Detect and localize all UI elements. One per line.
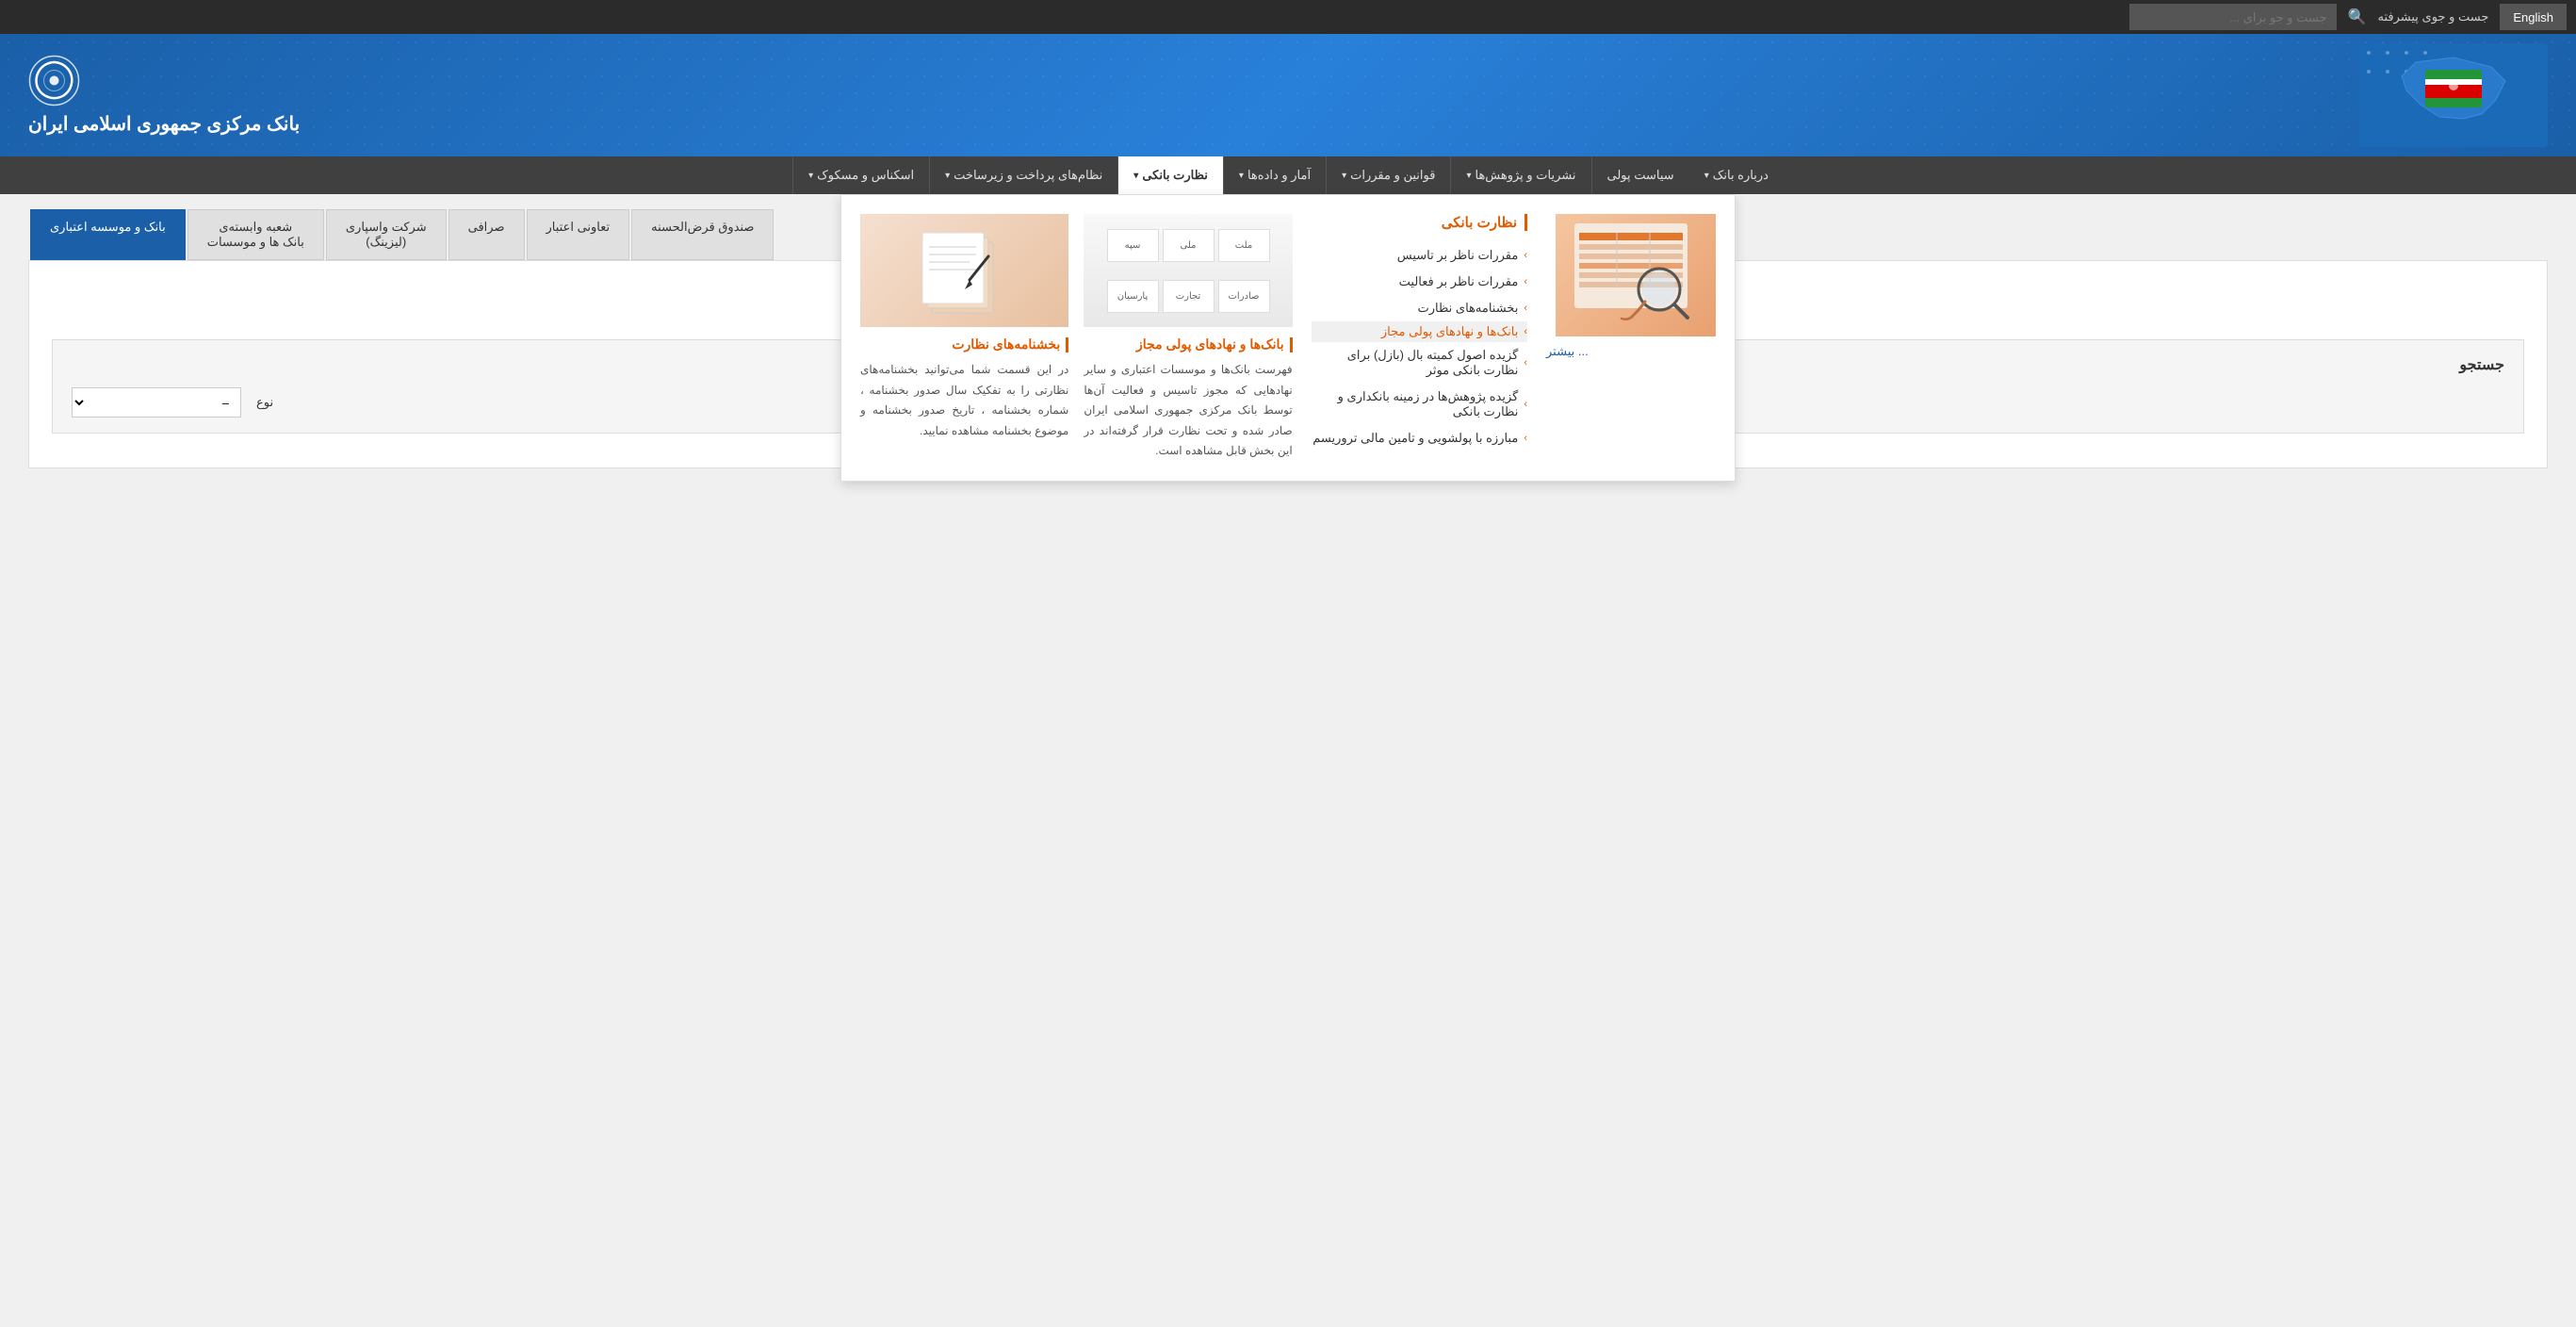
bank-logo-پارسیان: پارسیان xyxy=(1107,280,1159,313)
dropdown-card-bakhshnameha: بخشنامه‌های نظارت در این قسمت شما می‌توا… xyxy=(860,214,1068,462)
dropdown-link-فعالیت[interactable]: › مقررات ناظر بر فعالیت xyxy=(1312,269,1527,295)
bank-logo-ملت: ملت xyxy=(1218,229,1270,262)
chevron-icon: › xyxy=(1524,399,1527,410)
advanced-search-link[interactable]: جست و جوی پیشرفته xyxy=(2378,9,2489,25)
nav-label: قوانین و مقررات xyxy=(1350,168,1435,183)
nav-item-آمار[interactable]: آمار و داده‌ها ▾ xyxy=(1223,156,1326,194)
tab-شرکت-واسپاری[interactable]: شرکت واسپاری(لیزینگ) xyxy=(326,209,447,260)
nav-item-نظارت[interactable]: نظارت بانکی ▾ xyxy=(1117,156,1223,194)
search-type-select[interactable]: – دولتی خصوصی تخصصی xyxy=(72,387,241,418)
dropdown-links-col: نظارت بانکی › مقررات ناظر بر تاسیس › مقر… xyxy=(1312,214,1527,462)
title-bar-icon xyxy=(1290,337,1293,352)
chevron-down-icon: ▾ xyxy=(1704,171,1709,181)
tab-بانک-موسسه[interactable]: بانک و موسسه اعتباری xyxy=(30,209,186,260)
tab-صرافی[interactable]: صرافی xyxy=(448,209,525,260)
dropdown-link-label: مقررات ناظر بر تاسیس xyxy=(1397,248,1519,263)
bank-logo-سپه: سپه xyxy=(1107,229,1159,262)
nav-label: نظام‌های پرداخت و زیرساخت xyxy=(954,168,1102,183)
dropdown-link-پژوهش[interactable]: › گزیده پژوهش‌ها در زمینه بانکداری و نظا… xyxy=(1312,384,1527,425)
chevron-down-icon: ▾ xyxy=(1466,171,1471,181)
dropdown-card2-title: بخشنامه‌های نظارت xyxy=(860,336,1068,352)
header-title: بانک مرکزی جمهوری اسلامی ایران xyxy=(28,112,300,136)
chevron-down-icon: ▾ xyxy=(1133,171,1138,181)
dropdown-links-list: › مقررات ناظر بر تاسیس › مقررات ناظر بر … xyxy=(1312,242,1527,451)
chevron-down-icon: ▾ xyxy=(1239,171,1244,181)
nav-item-اسکناس[interactable]: اسکناس و مسکوک ▾ xyxy=(792,156,929,194)
top-bar: English جست و جوی پیشرفته 🔍 xyxy=(0,0,2576,34)
chevron-down-icon: ▾ xyxy=(808,171,813,181)
chevron-icon: › xyxy=(1524,357,1527,369)
bank-logo-تجارت: تجارت xyxy=(1163,280,1215,313)
dropdown-link-label: بخشنامه‌های نظارت xyxy=(1418,301,1519,316)
search-input[interactable] xyxy=(2129,4,2337,30)
nav-item-نظام-پرداخت[interactable]: نظام‌های پرداخت و زیرساخت ▾ xyxy=(929,156,1117,194)
dropdown-link-تاسیس[interactable]: › مقررات ناظر بر تاسیس xyxy=(1312,242,1527,269)
search-icon[interactable]: 🔍 xyxy=(2348,8,2367,26)
flag-map xyxy=(2359,43,2548,147)
dropdown-link-label: مقررات ناظر بر فعالیت xyxy=(1399,274,1519,289)
english-button[interactable]: English xyxy=(2500,4,2567,30)
dropdown-card1-text: فهرست بانک‌ها و موسسات اعتباری و سایر نه… xyxy=(1084,360,1292,462)
dropdown-link-label: مبارزه با پولشویی و تامین مالی تروریسم xyxy=(1312,431,1518,446)
chevron-down-icon: ▾ xyxy=(945,171,950,181)
nav-bar: درباره بانک ▾ سیاست پولی نشریات و پژوهش‌… xyxy=(0,156,2576,194)
bank-logo-صادرات: صادرات xyxy=(1218,280,1270,313)
dropdown-link-label: گزیده پژوهش‌ها در زمینه بانکداری و نظارت… xyxy=(1312,389,1519,419)
nav-label: نشریات و پژوهش‌ها xyxy=(1475,168,1575,183)
dropdown-panel: ... بیشتر نظارت بانکی › مقررات ناظر بر ت… xyxy=(840,194,1736,482)
bank-logo-icon xyxy=(28,55,80,106)
nav-label: درباره بانک xyxy=(1713,168,1769,183)
nav-label: سیاست پولی xyxy=(1607,168,1674,183)
dropdown-link-بخشنامه[interactable]: › بخشنامه‌های نظارت xyxy=(1312,295,1527,321)
dropdown-link-label: گزیده اصول کمیته بال (بازل) برای نظارت ب… xyxy=(1312,348,1519,378)
papers-icon xyxy=(860,214,1068,327)
dropdown-cards: ملت ملی سپه صادرات تجارت پارسیان بانک‌ها… xyxy=(860,214,1293,462)
tab-صندوق-قرض[interactable]: صندوق قرض‌الحسنه xyxy=(631,209,774,260)
nav-item-درباره-بانک[interactable]: درباره بانک ▾ xyxy=(1689,156,1784,194)
title-bar-icon xyxy=(1066,337,1068,352)
nav-label: آمار و داده‌ها xyxy=(1247,168,1311,183)
dropdown-card-banks-image: ملت ملی سپه صادرات تجارت پارسیان xyxy=(1084,214,1292,327)
dropdown-image xyxy=(1556,214,1716,336)
bank-logos-grid: ملت ملی سپه صادرات تجارت پارسیان xyxy=(1084,214,1292,327)
dropdown-section-title: نظارت بانکی xyxy=(1312,214,1527,231)
tab-تعاونی-اعتبار[interactable]: تعاونی اعتبار xyxy=(527,209,630,260)
tab-شعبه-وابسته[interactable]: شعبه وابسته‌یبانک ها و موسسات xyxy=(187,209,324,260)
header: بانک مرکزی جمهوری اسلامی ایران xyxy=(0,34,2576,156)
dropdown-card2-text: در این قسمت شما می‌توانید بخشنامه‌های نظ… xyxy=(860,360,1068,441)
nav-item-سیاست-پولی[interactable]: سیاست پولی xyxy=(1591,156,1689,194)
nav-label: اسکناس و مسکوک xyxy=(817,168,914,183)
chevron-icon: › xyxy=(1524,303,1527,314)
chevron-down-icon: ▾ xyxy=(1342,171,1346,181)
bank-logo-ملی: ملی xyxy=(1163,229,1215,262)
dropdown-image-col: ... بیشتر xyxy=(1546,214,1716,462)
dropdown-link-بازل[interactable]: › گزیده اصول کمیته بال (بازل) برای نظارت… xyxy=(1312,342,1527,384)
nav-item-نشریات[interactable]: نشریات و پژوهش‌ها ▾ xyxy=(1450,156,1590,194)
dropdown-card1-title: بانک‌ها و نهادهای پولی مجاز xyxy=(1084,336,1292,352)
dropdown-card-banks: ملت ملی سپه صادرات تجارت پارسیان بانک‌ها… xyxy=(1084,214,1292,462)
chevron-icon: › xyxy=(1524,433,1527,444)
chevron-icon: › xyxy=(1524,250,1527,261)
chevron-icon: › xyxy=(1524,326,1527,337)
dropdown-link-پولشویی[interactable]: › مبارزه با پولشویی و تامین مالی تروریسم xyxy=(1312,425,1527,451)
header-decoration xyxy=(0,34,2576,156)
dropdown-card-bakhshnameh-image xyxy=(860,214,1068,327)
nav-label: نظارت بانکی xyxy=(1142,168,1208,183)
nav-item-قوانین[interactable]: قوانین و مقررات ▾ xyxy=(1326,156,1450,194)
chevron-icon: › xyxy=(1524,276,1527,287)
search-type-label: نوع xyxy=(256,395,273,410)
dropdown-more-link[interactable]: ... بیشتر xyxy=(1546,344,1716,359)
dropdown-link-label: بانک‌ها و نهادهای پولی مجاز xyxy=(1381,324,1518,339)
header-logo-area: بانک مرکزی جمهوری اسلامی ایران xyxy=(28,55,300,136)
dropdown-link-بانک‌ها[interactable]: › بانک‌ها و نهادهای پولی مجاز xyxy=(1312,321,1527,342)
